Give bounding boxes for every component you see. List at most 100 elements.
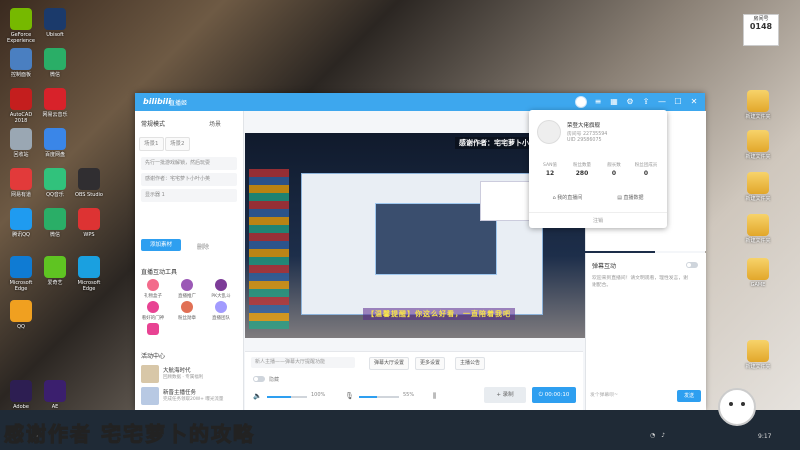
- minimize-icon[interactable]: —: [657, 97, 667, 107]
- tool-promotion[interactable]: 直播推广: [173, 279, 201, 299]
- volume-slider[interactable]: [267, 396, 307, 398]
- guard-icon: [147, 301, 159, 313]
- announcement-chip[interactable]: 主播公告: [455, 357, 486, 370]
- desktop-icon-folder-1[interactable]: 新建文件夹: [741, 90, 775, 120]
- danmu-toggle[interactable]: [686, 262, 698, 268]
- title-bar: bilibili 直播姬 ≡ ▦ ⚙ ⇪ — ☐ ✕: [135, 93, 705, 111]
- mixer-icon[interactable]: ⫼: [433, 392, 436, 401]
- preview-nested-preview: [375, 203, 497, 275]
- desktop-icon-adobe[interactable]: Adobe: [4, 380, 38, 410]
- danmu-panel: 弹幕互动 欢迎来到直播间！请文明观看，理性发言，谢谢配合。 发个弹幕呗~ 发送: [585, 253, 706, 410]
- desktop-icon-folder-3[interactable]: 新建文件夹: [741, 172, 775, 202]
- scene-button[interactable]: 场景: [209, 119, 221, 128]
- maximize-icon[interactable]: ☐: [673, 97, 683, 107]
- desktop-icon-obs[interactable]: OBS Studio: [72, 168, 106, 198]
- activity-item[interactable]: 大航海时代 回顾数据 · 专属福利: [141, 365, 237, 389]
- volume-icon[interactable]: ♪: [661, 432, 665, 439]
- title-bar-controls: ≡ ▦ ⚙ ⇪ — ☐ ✕: [575, 96, 699, 108]
- desktop-icon-baidu-netdisk[interactable]: 百度网盘: [38, 128, 72, 158]
- app-logo: bilibili: [143, 97, 171, 106]
- record-button[interactable]: + 录制: [484, 387, 526, 403]
- window-title: 直播姬: [169, 100, 188, 107]
- mic-icon[interactable]: 🎙: [345, 392, 354, 400]
- promote-icon: [181, 279, 193, 291]
- danmu-welcome-message: 欢迎来到直播间！请文明观看，理性发言，谢谢配合。: [592, 276, 688, 288]
- delete-button[interactable]: 删除: [197, 242, 209, 251]
- tool-verify[interactable]: [139, 323, 167, 337]
- activity-thumbnail: [141, 365, 159, 383]
- activity-thumbnail: [141, 387, 159, 405]
- desktop-icon-iqiyi[interactable]: 爱奇艺: [38, 256, 72, 286]
- desktop-icon-ae[interactable]: AE: [38, 380, 72, 410]
- desktop-icon-qq[interactable]: QQ: [4, 300, 38, 330]
- my-room-link[interactable]: ⌂ 我的直播间: [552, 194, 582, 201]
- pk-icon: [215, 279, 227, 291]
- speaker-icon[interactable]: 🔈: [253, 392, 262, 400]
- desktop-icon-folder-5[interactable]: 新建文件夹: [741, 340, 775, 370]
- tool-gift-box[interactable]: 礼物盒子: [139, 279, 167, 299]
- desktop-icon-wechat[interactable]: 微信: [38, 48, 72, 78]
- preview-scroll-banner: 【温馨提醒】你这么好看，一直陪着我吧: [363, 308, 515, 320]
- desktop-icon-tencent-qq[interactable]: 腾讯QQ: [4, 208, 38, 238]
- profile-uid: UID 29586075: [567, 138, 602, 143]
- hide-toggle[interactable]: [253, 376, 265, 382]
- scene-panel: 常规模式 场景 场景1 场景2 先行一批游戏解锁，然后玩耍 感谢作者：宅宅萝卜小…: [135, 111, 244, 410]
- desktop-icon-geforce[interactable]: GeForce Experience: [4, 8, 38, 44]
- tab-scene-2[interactable]: 场景2: [165, 137, 190, 151]
- desktop-icon-folder-4[interactable]: 新建文件夹: [741, 214, 775, 244]
- menu-icon[interactable]: ≡: [593, 97, 603, 107]
- tool-guard[interactable]: 看好的门神: [139, 301, 167, 321]
- wifi-icon[interactable]: ◔: [650, 432, 655, 439]
- add-source-button[interactable]: 添加素材: [141, 239, 181, 251]
- close-icon[interactable]: ✕: [689, 97, 699, 107]
- tool-pk[interactable]: PK大乱斗: [207, 279, 235, 299]
- profile-name: 荣登大佬旗舰: [567, 123, 601, 129]
- send-button[interactable]: 发送: [677, 390, 701, 402]
- desktop-icon-recycle-bin[interactable]: 回收站: [4, 128, 38, 158]
- danmu-settings-chip[interactable]: 弹幕大厅设置: [369, 357, 410, 370]
- clock: 9:17: [758, 433, 772, 440]
- mascot-ghost-icon: [718, 388, 756, 426]
- desktop-icon-edge-2[interactable]: Microsoft Edge: [72, 256, 106, 292]
- desktop-icon-game[interactable]: GAME: [741, 258, 775, 288]
- desktop-icon-control-panel[interactable]: 控制面板: [4, 48, 38, 78]
- hide-toggle-label: 隐藏: [269, 377, 280, 383]
- scene-item[interactable]: 显示器 1: [141, 189, 237, 202]
- desktop-icon-folder-2[interactable]: 新建文件夹: [741, 130, 775, 160]
- desktop-icon-netease-music[interactable]: 网易云音乐: [38, 88, 72, 118]
- activity-title: 活动中心: [141, 353, 166, 360]
- desktop-icon-youdao[interactable]: 网易有道: [4, 168, 38, 198]
- grid-icon[interactable]: ▦: [609, 97, 619, 107]
- danmu-hall-input[interactable]: 新人主播——弹幕大厅提醒功能: [251, 357, 355, 368]
- more-settings-chip[interactable]: 更多设置: [415, 357, 446, 370]
- desktop-icon-qq-music[interactable]: QQ音乐: [38, 168, 72, 198]
- desktop-icon-autocad[interactable]: AutoCAD 2018: [4, 88, 38, 124]
- mic-value: 55%: [403, 392, 415, 398]
- desktop-icon-wechat-2[interactable]: 微信: [38, 208, 72, 238]
- activity-item[interactable]: 新晋主播任务 完成任务领取20W+ 曝光流量: [141, 387, 237, 411]
- desktop-icon-edge[interactable]: Microsoft Edge: [4, 256, 38, 292]
- desktop-icon-ubisoft[interactable]: Ubisoft: [38, 8, 72, 38]
- stat-captains: 舰长数 0: [607, 163, 621, 177]
- live-data-link[interactable]: ▤ 直播数据: [617, 194, 643, 201]
- settings-icon[interactable]: ⚙: [625, 97, 635, 107]
- live-timer-button[interactable]: ⏻ 00:00:10: [532, 387, 576, 403]
- tool-team[interactable]: 直播团队: [207, 301, 235, 321]
- scene-item[interactable]: 感谢作者：宅宅萝卜小叶小英: [141, 173, 237, 186]
- desktop-right-icons: 房间号 0148 新建文件夹 新建文件夹 新建文件夹 新建文件夹 GAME 新建…: [705, 0, 800, 410]
- mic-slider[interactable]: [359, 396, 399, 398]
- tools-title: 直播互动工具: [141, 269, 178, 276]
- user-avatar-icon[interactable]: [575, 96, 587, 108]
- profile-popover: 荣登大佬旗舰 房间号 22735594 UID 29586075 SAN值 12 …: [529, 110, 667, 228]
- tab-scene-1[interactable]: 场景1: [139, 137, 164, 151]
- scene-item[interactable]: 先行一批游戏解锁，然后玩耍: [141, 157, 237, 170]
- room-badge: 0148: [749, 22, 773, 31]
- danmu-input[interactable]: 发个弹幕呗~: [590, 390, 672, 402]
- tool-fan-medal[interactable]: 粉丝勋章: [173, 301, 201, 321]
- logout-button[interactable]: 注销: [529, 212, 667, 224]
- preview-desktop-icons: [249, 169, 289, 329]
- share-icon[interactable]: ⇪: [641, 97, 651, 107]
- desktop-icon-wps[interactable]: WPS: [72, 208, 106, 238]
- stat-fan-club: 粉丝团成员 0: [634, 163, 658, 177]
- profile-room: 房间号 22735594: [567, 132, 608, 137]
